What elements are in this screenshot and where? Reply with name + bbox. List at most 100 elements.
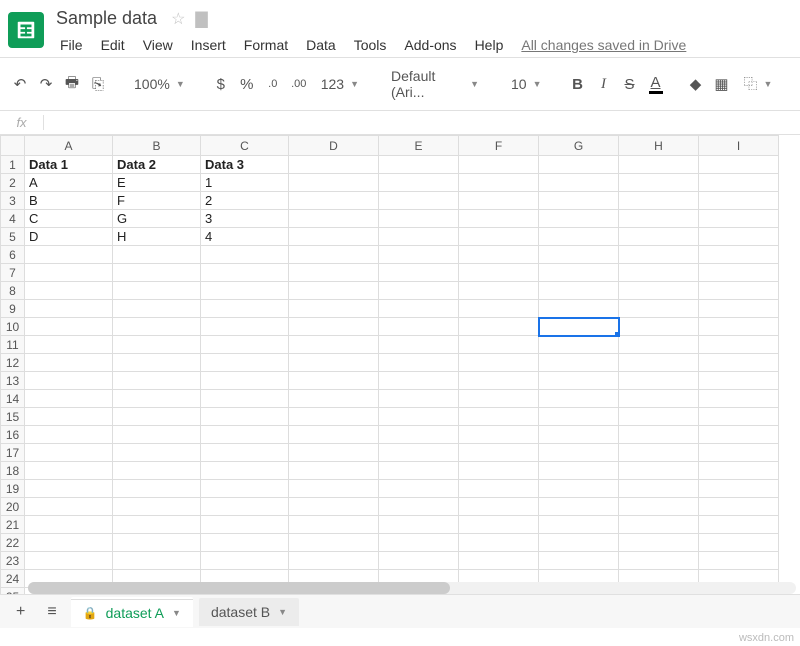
cell[interactable] bbox=[113, 552, 201, 570]
cell[interactable] bbox=[619, 174, 699, 192]
row-header[interactable]: 16 bbox=[1, 426, 25, 444]
menu-data[interactable]: Data bbox=[298, 33, 344, 57]
cell[interactable] bbox=[459, 534, 539, 552]
cell[interactable] bbox=[113, 300, 201, 318]
cell[interactable] bbox=[539, 282, 619, 300]
cell[interactable] bbox=[113, 426, 201, 444]
cell[interactable] bbox=[289, 354, 379, 372]
cell[interactable] bbox=[459, 354, 539, 372]
cell[interactable] bbox=[699, 174, 779, 192]
cell[interactable] bbox=[379, 552, 459, 570]
cell[interactable] bbox=[459, 552, 539, 570]
cell[interactable] bbox=[459, 300, 539, 318]
row-header[interactable]: 10 bbox=[1, 318, 25, 336]
cell[interactable] bbox=[289, 390, 379, 408]
cell[interactable] bbox=[459, 228, 539, 246]
bold-icon[interactable]: B bbox=[568, 72, 588, 97]
menu-help[interactable]: Help bbox=[467, 33, 512, 57]
cell[interactable] bbox=[289, 480, 379, 498]
all-sheets-button[interactable]: ≡ bbox=[39, 597, 64, 627]
cell[interactable] bbox=[379, 408, 459, 426]
cell[interactable] bbox=[619, 390, 699, 408]
cell[interactable] bbox=[289, 228, 379, 246]
cell[interactable] bbox=[619, 516, 699, 534]
tab-menu-caret-icon[interactable]: ▼ bbox=[172, 608, 181, 618]
cell[interactable] bbox=[459, 210, 539, 228]
row-header[interactable]: 9 bbox=[1, 300, 25, 318]
cell[interactable] bbox=[25, 372, 113, 390]
borders-icon[interactable]: ▦ bbox=[712, 71, 732, 97]
cell[interactable] bbox=[699, 210, 779, 228]
cell[interactable] bbox=[619, 156, 699, 174]
cell[interactable] bbox=[539, 336, 619, 354]
row-header[interactable]: 24 bbox=[1, 570, 25, 588]
cell[interactable] bbox=[539, 246, 619, 264]
cell[interactable] bbox=[25, 480, 113, 498]
increase-decimal-icon[interactable]: .00 bbox=[289, 74, 309, 94]
cell[interactable] bbox=[25, 264, 113, 282]
cell[interactable] bbox=[113, 390, 201, 408]
cell[interactable] bbox=[113, 498, 201, 516]
cell[interactable] bbox=[619, 192, 699, 210]
column-header[interactable]: I bbox=[699, 136, 779, 156]
cell[interactable] bbox=[25, 336, 113, 354]
select-all-corner[interactable] bbox=[1, 136, 25, 156]
sheets-logo[interactable] bbox=[8, 12, 44, 48]
cell[interactable] bbox=[539, 264, 619, 282]
cell[interactable] bbox=[289, 282, 379, 300]
row-header[interactable]: 6 bbox=[1, 246, 25, 264]
cell[interactable] bbox=[699, 444, 779, 462]
undo-icon[interactable]: ↶ bbox=[10, 71, 30, 97]
cell[interactable] bbox=[459, 516, 539, 534]
cell[interactable] bbox=[699, 282, 779, 300]
cell[interactable] bbox=[289, 426, 379, 444]
cell[interactable] bbox=[699, 354, 779, 372]
cell[interactable] bbox=[539, 228, 619, 246]
cell[interactable] bbox=[113, 480, 201, 498]
cell[interactable] bbox=[113, 408, 201, 426]
column-header[interactable]: A bbox=[25, 136, 113, 156]
sheet-tab[interactable]: dataset B ▼ bbox=[199, 598, 299, 626]
redo-icon[interactable]: ↷ bbox=[36, 71, 56, 97]
paint-format-icon[interactable]: ⎘ bbox=[88, 72, 108, 97]
cell[interactable] bbox=[539, 498, 619, 516]
menu-edit[interactable]: Edit bbox=[93, 33, 133, 57]
cell[interactable] bbox=[25, 552, 113, 570]
cell[interactable] bbox=[699, 318, 779, 336]
cell[interactable] bbox=[289, 264, 379, 282]
column-header[interactable]: F bbox=[459, 136, 539, 156]
cell[interactable]: C bbox=[25, 210, 113, 228]
cell[interactable] bbox=[699, 192, 779, 210]
cell[interactable]: G bbox=[113, 210, 201, 228]
row-header[interactable]: 13 bbox=[1, 372, 25, 390]
cell[interactable] bbox=[113, 534, 201, 552]
cell[interactable] bbox=[539, 372, 619, 390]
cell[interactable] bbox=[25, 354, 113, 372]
cell[interactable] bbox=[113, 462, 201, 480]
menu-format[interactable]: Format bbox=[236, 33, 296, 57]
cell[interactable] bbox=[699, 300, 779, 318]
tab-menu-caret-icon[interactable]: ▼ bbox=[278, 607, 287, 617]
cell[interactable] bbox=[539, 156, 619, 174]
cell[interactable] bbox=[619, 264, 699, 282]
cell[interactable] bbox=[289, 444, 379, 462]
row-header[interactable]: 1 bbox=[1, 156, 25, 174]
cell[interactable] bbox=[113, 246, 201, 264]
cell[interactable] bbox=[699, 264, 779, 282]
menu-addons[interactable]: Add-ons bbox=[396, 33, 464, 57]
cell[interactable] bbox=[539, 516, 619, 534]
cell[interactable] bbox=[379, 210, 459, 228]
row-header[interactable]: 12 bbox=[1, 354, 25, 372]
cell[interactable] bbox=[619, 354, 699, 372]
cell[interactable] bbox=[459, 480, 539, 498]
sheet-tab[interactable]: 🔒 dataset A ▼ bbox=[71, 597, 193, 627]
row-header[interactable]: 3 bbox=[1, 192, 25, 210]
cell[interactable] bbox=[459, 498, 539, 516]
cell[interactable] bbox=[25, 282, 113, 300]
cell[interactable] bbox=[379, 300, 459, 318]
cell[interactable] bbox=[113, 336, 201, 354]
cell[interactable] bbox=[459, 246, 539, 264]
row-header[interactable]: 5 bbox=[1, 228, 25, 246]
cell[interactable] bbox=[25, 462, 113, 480]
cell[interactable] bbox=[289, 534, 379, 552]
